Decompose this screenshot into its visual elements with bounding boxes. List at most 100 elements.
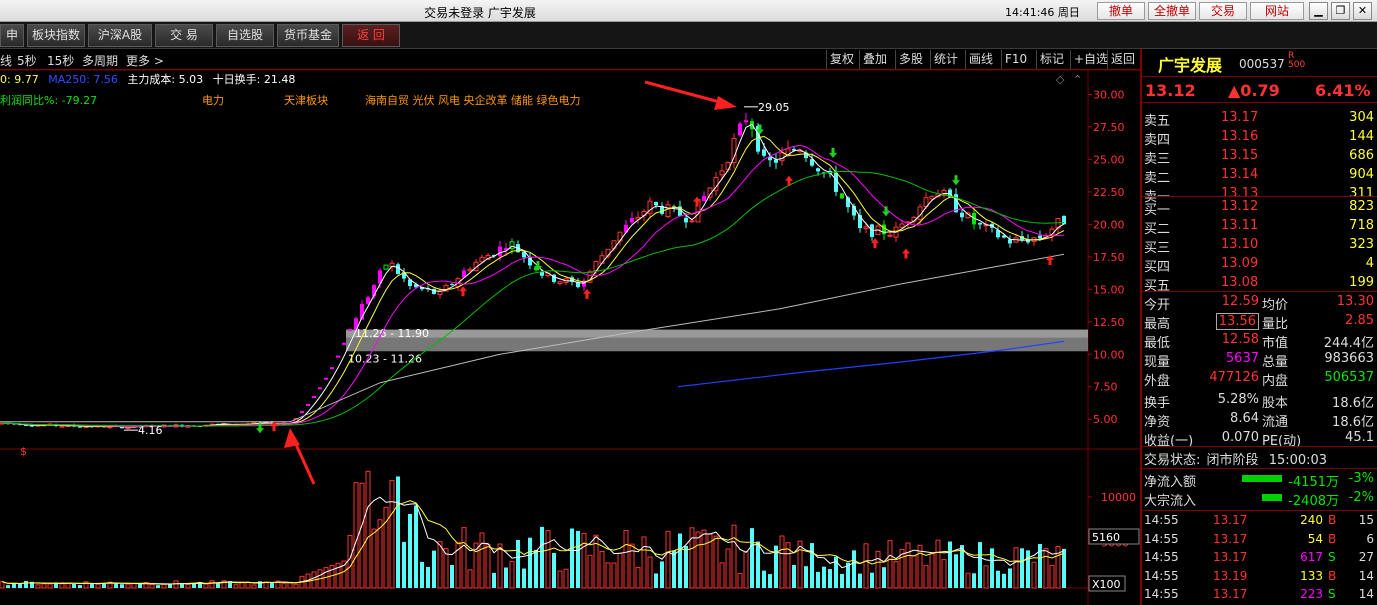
nav-sector-index[interactable]: 板块指数	[27, 24, 85, 47]
volume-bar	[743, 550, 749, 589]
volume-bar	[617, 552, 623, 589]
volume-bar	[371, 528, 377, 589]
ma250-label: MA250: 7.56	[48, 73, 118, 86]
add-watch-button[interactable]: +自选	[1070, 50, 1111, 69]
bid-row[interactable]: 买四 13.09 4	[1142, 255, 1377, 275]
volume-bar	[816, 571, 820, 588]
more-menu[interactable]: 更多 >	[126, 52, 164, 69]
bid-row[interactable]: 买二 13.11 718	[1142, 217, 1377, 237]
trade-button[interactable]: 交易	[1199, 2, 1247, 20]
concept-tianjin[interactable]: 天津板块	[284, 92, 328, 108]
price-tick-label: 22.50	[1093, 186, 1125, 199]
volume-bar	[168, 584, 172, 588]
overlay-button[interactable]: 叠加	[859, 50, 890, 69]
cancel-order-button[interactable]: 撤单	[1097, 2, 1145, 20]
concept-others[interactable]: 海南自贸 光伏 风电 央企改革 储能 绿色电力	[365, 92, 580, 108]
statistics-button[interactable]: 统计	[930, 50, 961, 69]
ma-prev-label: 0: 9.77	[0, 73, 39, 86]
ma60-line	[1, 170, 1065, 427]
volume-bar	[365, 470, 371, 589]
tick-row[interactable]: 14:55 13.19 133 B 14	[1142, 568, 1377, 586]
volume-unit: X100	[1092, 578, 1121, 591]
volume-bar	[497, 543, 503, 589]
stats-row: 外盘 477126 内盘 506537	[1144, 370, 1374, 389]
multi-period[interactable]: 多周期	[82, 52, 118, 69]
candle	[1038, 235, 1042, 239]
volume-bar	[47, 583, 53, 589]
nav-subscribe[interactable]: 申购	[0, 24, 24, 63]
volume-bar	[923, 565, 929, 589]
volume-bar	[396, 476, 400, 588]
kline-chart[interactable]: 30.00 27.50 25.00 22.50 20.00 17.50 15.00 12.50…	[0, 70, 1140, 605]
volume-bar	[233, 584, 239, 589]
candle	[450, 284, 454, 286]
stock-header: 广宇发展 000537 R 500	[1142, 49, 1377, 77]
period-line[interactable]: 线	[0, 52, 12, 69]
ask-row[interactable]: 卖五 13.17 304	[1142, 109, 1377, 129]
tick-row[interactable]: 14:55 13.17 223 S 14	[1142, 586, 1377, 604]
nav-watchlist[interactable]: 自选股	[216, 24, 274, 47]
volume-bar	[792, 564, 796, 588]
volume-bar	[882, 567, 886, 588]
volume-bar	[1020, 548, 1024, 588]
cancel-all-button[interactable]: 全撤单	[1148, 2, 1196, 20]
back-button[interactable]: 返回	[1107, 50, 1138, 69]
multi-stock-button[interactable]: 多股	[895, 50, 926, 69]
clock-readout: 14:41:46 周日	[1005, 6, 1080, 19]
volume-bar	[251, 584, 257, 589]
volume-bar	[138, 584, 142, 588]
price-tick-label: 10.00	[1093, 348, 1125, 361]
mark-button[interactable]: 标记	[1036, 50, 1067, 69]
period-15s[interactable]: 15秒	[47, 52, 74, 69]
f10-button[interactable]: F10	[1001, 50, 1030, 69]
volume-bar	[678, 533, 682, 588]
volume-bar	[72, 583, 76, 588]
nav-trade[interactable]: 交 易	[155, 24, 213, 47]
candle	[863, 226, 869, 230]
stock-badge: R 500	[1288, 51, 1306, 70]
volume-bar	[287, 582, 293, 589]
volume-bar	[516, 539, 520, 588]
buy-arrow-icon	[459, 286, 467, 297]
volume-bar	[18, 583, 22, 588]
bid-row[interactable]: 买一 13.12 823	[1142, 198, 1377, 218]
volume-bar	[779, 535, 785, 589]
ask-row[interactable]: 卖三 13.15 686	[1142, 147, 1377, 167]
nav-return[interactable]: 返 回	[342, 24, 400, 47]
volume-bar	[347, 535, 353, 589]
candle	[617, 231, 623, 242]
price-tick-label: 25.00	[1093, 153, 1125, 166]
volume-bar	[1008, 568, 1012, 588]
candle	[540, 272, 544, 276]
stats-row: 现量 5637 总量 983663	[1144, 351, 1374, 370]
tick-row[interactable]: 14:55 13.17 54 B 6	[1142, 531, 1377, 549]
volume-bar	[978, 542, 982, 588]
period-5s[interactable]: 5秒	[17, 52, 37, 69]
volume-tick-label: 10000	[1101, 491, 1136, 504]
nav-money-fund[interactable]: 货币基金	[277, 24, 339, 47]
adjust-button[interactable]: 复权	[826, 50, 857, 69]
pointer-arrow-high	[644, 80, 728, 106]
ask-row[interactable]: 卖四 13.16 144	[1142, 128, 1377, 148]
nav-bar: 申购 板块指数 沪深A股 交 易 自选股 货币基金 返 回	[0, 22, 1377, 63]
minimize-icon[interactable]: ▁	[1309, 2, 1328, 20]
volume-bar	[635, 566, 641, 589]
volume-bar	[840, 573, 844, 588]
volume-bar	[450, 565, 454, 588]
volume-bar	[173, 580, 179, 589]
price-change-pct: 6.41%	[1315, 81, 1371, 100]
volume-bar	[509, 560, 515, 589]
ask-row[interactable]: 卖二 13.14 904	[1142, 166, 1377, 186]
draw-button[interactable]: 画线	[965, 50, 996, 69]
tick-row[interactable]: 14:55 13.17 240 B 15	[1142, 512, 1377, 530]
concept-power[interactable]: 电力	[202, 92, 224, 108]
volume-bar	[701, 529, 707, 589]
volume-bar	[504, 567, 508, 588]
close-icon[interactable]: ✕	[1353, 2, 1372, 20]
restore-icon[interactable]: ❐	[1331, 2, 1350, 20]
nav-a-shares[interactable]: 沪深A股	[88, 24, 152, 47]
volume-bar	[420, 561, 424, 588]
tick-row[interactable]: 14:55 13.17 617 S 27	[1142, 549, 1377, 567]
website-button[interactable]: 网站	[1250, 2, 1304, 20]
bid-row[interactable]: 买三 13.10 323	[1142, 236, 1377, 256]
